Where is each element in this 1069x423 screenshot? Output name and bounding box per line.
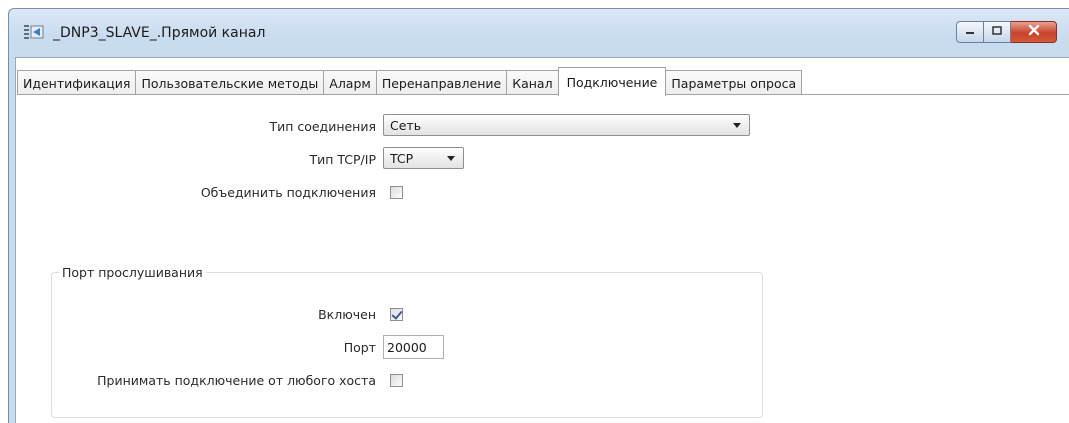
tcpip-type-select[interactable]: TCP <box>383 147 464 169</box>
port-input[interactable]: 20000 <box>383 335 444 359</box>
merge-connections-label: Объединить подключения <box>200 185 376 200</box>
connection-type-label: Тип соединения <box>269 119 376 134</box>
chevron-down-icon <box>447 156 455 161</box>
port-label: Порт <box>343 340 376 355</box>
listen-port-group-title: Порт прослушивания <box>59 265 206 280</box>
tcpip-type-label: Тип TCP/IP <box>309 152 376 167</box>
tab-redirection[interactable]: Перенаправление <box>375 70 508 95</box>
maximize-button[interactable] <box>984 21 1011 43</box>
enabled-checkbox[interactable] <box>390 308 403 321</box>
tab-identification[interactable]: Идентификация <box>17 70 137 95</box>
tab-polling-parameters[interactable]: Параметры опроса <box>665 70 803 95</box>
maximize-icon <box>991 25 1003 40</box>
merge-connections-checkbox[interactable] <box>390 186 403 199</box>
tab-channel[interactable]: Канал <box>506 70 559 95</box>
connection-panel: Тип соединения Сеть Тип TCP/IP TCP Объед… <box>17 95 1069 423</box>
enabled-label: Включен <box>318 307 376 322</box>
window-title: _DNP3_SLAVE_.Прямой канал <box>53 25 266 41</box>
minimize-button[interactable] <box>956 21 984 43</box>
tab-alarm[interactable]: Аларм <box>323 70 377 95</box>
chevron-down-icon <box>733 123 741 128</box>
tcpip-type-value: TCP <box>390 150 414 166</box>
dialog-client-area: Идентификация Пользовательские методы Ал… <box>15 57 1069 423</box>
tab-connection[interactable]: Подключение <box>557 67 667 96</box>
close-icon <box>1027 24 1041 40</box>
tab-custom-methods[interactable]: Пользовательские методы <box>135 70 325 95</box>
accept-any-host-checkbox[interactable] <box>390 374 403 387</box>
title-bar[interactable]: _DNP3_SLAVE_.Прямой канал <box>9 9 1069 59</box>
tab-strip: Идентификация Пользовательские методы Ал… <box>17 67 803 96</box>
channel-icon <box>23 23 45 41</box>
window-controls <box>956 21 1057 43</box>
connection-type-select[interactable]: Сеть <box>383 114 750 136</box>
connection-type-value: Сеть <box>390 117 422 133</box>
accept-any-host-label: Принимать подключение от любого хоста <box>97 373 376 388</box>
close-button[interactable] <box>1011 21 1057 43</box>
minimize-icon <box>964 25 976 40</box>
dialog-window: _DNP3_SLAVE_.Прямой канал Идентификация <box>8 8 1069 423</box>
